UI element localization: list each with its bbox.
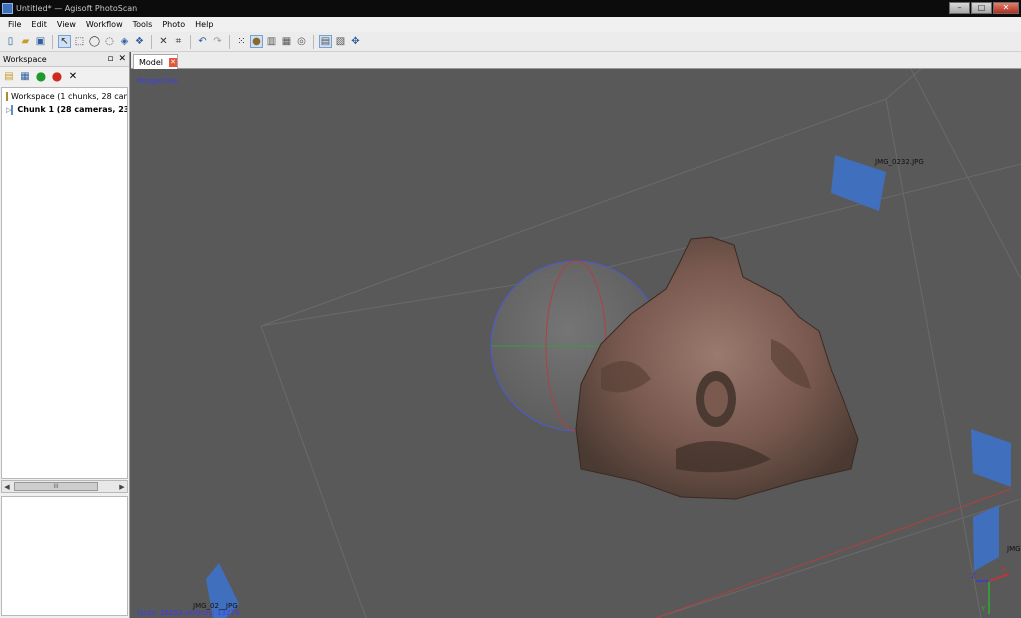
enable-cameras-icon[interactable]: ●	[35, 69, 47, 83]
model-stats: faces: 26153 vertices: 13276	[137, 609, 240, 617]
menu-workflow[interactable]: Workflow	[81, 20, 128, 29]
camera-label: JMG_0232.JPG	[875, 158, 924, 166]
add-chunk-icon[interactable]: ▤	[3, 70, 15, 82]
window-controls: – □ ✕	[949, 2, 1019, 14]
remove-items-icon[interactable]: ✕	[67, 70, 79, 82]
workspace-header-buttons: ▫ ✕	[107, 54, 126, 64]
workspace-toolbar: ▤ ▦ ● ● ✕	[0, 67, 129, 85]
circle-selection-icon[interactable]: ◯	[88, 35, 101, 48]
minimize-button[interactable]: –	[949, 2, 970, 14]
window-title: Untitled* — Agisoft PhotoScan	[16, 4, 138, 13]
workspace-tree[interactable]: Workspace (1 chunks, 28 cameras) ▷ Chunk…	[1, 87, 128, 479]
menu-view[interactable]: View	[52, 20, 81, 29]
tab-label: Model	[139, 57, 164, 67]
title-bar: Untitled* — Agisoft PhotoScan – □ ✕	[0, 0, 1021, 17]
save-icon[interactable]: ▣	[34, 35, 47, 48]
camera-label: JMG	[1007, 545, 1021, 553]
add-photos-icon[interactable]: ▦	[19, 70, 31, 82]
float-pane-button[interactable]: ▫	[107, 54, 113, 64]
axis-x-label: X	[1001, 566, 1006, 574]
maximize-button[interactable]: □	[971, 2, 992, 14]
crop-selection-icon[interactable]: ⌗	[172, 35, 185, 48]
tree-item-label: Workspace (1 chunks, 28 cameras)	[11, 92, 127, 101]
view-tab-bar: Model ✕	[131, 52, 1021, 69]
camera-plane	[973, 505, 999, 571]
new-file-icon[interactable]: ▯	[4, 35, 17, 48]
textured-model-icon[interactable]: ●	[250, 35, 263, 48]
disable-cameras-icon[interactable]: ●	[51, 69, 63, 83]
menu-bar: File Edit View Workflow Tools Photo Help	[0, 17, 1021, 32]
menu-file[interactable]: File	[3, 20, 26, 29]
workspace-horizontal-scrollbar[interactable]: ◀ III ▶	[1, 480, 128, 493]
undo-icon[interactable]: ↶	[196, 35, 209, 48]
rotate-region-icon[interactable]: ❖	[133, 35, 146, 48]
menu-photo[interactable]: Photo	[157, 20, 190, 29]
show-cameras-icon[interactable]: ◎	[295, 35, 308, 48]
properties-panel	[1, 496, 128, 616]
model-scene	[206, 69, 1021, 618]
tab-model[interactable]: Model ✕	[133, 54, 178, 69]
projection-label: Perspective	[137, 77, 178, 85]
toolbar-separator	[151, 34, 152, 49]
solid-model-icon[interactable]: ▥	[265, 35, 278, 48]
redo-icon[interactable]: ↷	[211, 35, 224, 48]
delete-selection-icon[interactable]: ✕	[157, 35, 170, 48]
free-form-selection-icon[interactable]: ◌	[103, 35, 116, 48]
workspace-title: Workspace	[3, 54, 47, 64]
toolbar-separator	[190, 34, 191, 49]
open-folder-icon[interactable]: ▰	[19, 35, 32, 48]
axis-x-line	[655, 488, 1012, 618]
tree-item-chunk[interactable]: ▷ Chunk 1 (28 cameras, 23107)	[2, 103, 127, 116]
toolbar-separator	[313, 34, 314, 49]
close-tab-icon[interactable]: ✕	[169, 57, 177, 67]
scroll-thumb[interactable]: III	[14, 482, 98, 491]
menu-tools[interactable]: Tools	[128, 20, 158, 29]
scroll-left-icon[interactable]: ◀	[2, 483, 12, 491]
model-viewport[interactable]: Perspective JMG_0232.JPG JMG_02__JPG JMG…	[131, 69, 1021, 618]
wireframe-icon[interactable]: ▦	[280, 35, 293, 48]
tree-item-label: Chunk 1 (28 cameras, 23107)	[17, 105, 127, 114]
navigation-icon[interactable]: ↖	[58, 35, 71, 48]
tree-item-workspace[interactable]: Workspace (1 chunks, 28 cameras)	[2, 90, 127, 103]
workspace-folder-icon	[6, 92, 8, 101]
resize-region-icon[interactable]: ◈	[118, 35, 131, 48]
app-icon	[2, 3, 13, 14]
scroll-right-icon[interactable]: ▶	[117, 483, 127, 491]
show-thumbnails-icon[interactable]: ▧	[334, 35, 347, 48]
show-region-icon[interactable]: ▤	[319, 35, 332, 48]
menu-help[interactable]: Help	[190, 20, 218, 29]
chunk-icon	[11, 104, 14, 115]
menu-edit[interactable]: Edit	[26, 20, 52, 29]
toolbar-separator	[52, 34, 53, 49]
point-cloud-icon[interactable]: ⁙	[235, 35, 248, 48]
workspace-header: Workspace ▫ ✕	[0, 52, 129, 67]
axis-y-label: Y	[981, 605, 986, 613]
workspace-pane: Workspace ▫ ✕ ▤ ▦ ● ● ✕ Workspace (1 chu…	[0, 52, 130, 618]
toolbar-separator	[229, 34, 230, 49]
reset-view-icon[interactable]: ✥	[349, 35, 362, 48]
rectangle-selection-icon[interactable]: ⬚	[73, 35, 86, 48]
main-toolbar: ▯ ▰ ▣ ↖ ⬚ ◯ ◌ ◈ ❖ ✕ ⌗ ↶ ↷ ⁙ ● ▥ ▦ ◎ ▤ ▧ …	[0, 32, 1021, 52]
close-pane-button[interactable]: ✕	[118, 54, 126, 64]
axis-z-label: Z	[971, 572, 976, 580]
close-button[interactable]: ✕	[993, 2, 1019, 14]
camera-plane	[971, 429, 1011, 487]
